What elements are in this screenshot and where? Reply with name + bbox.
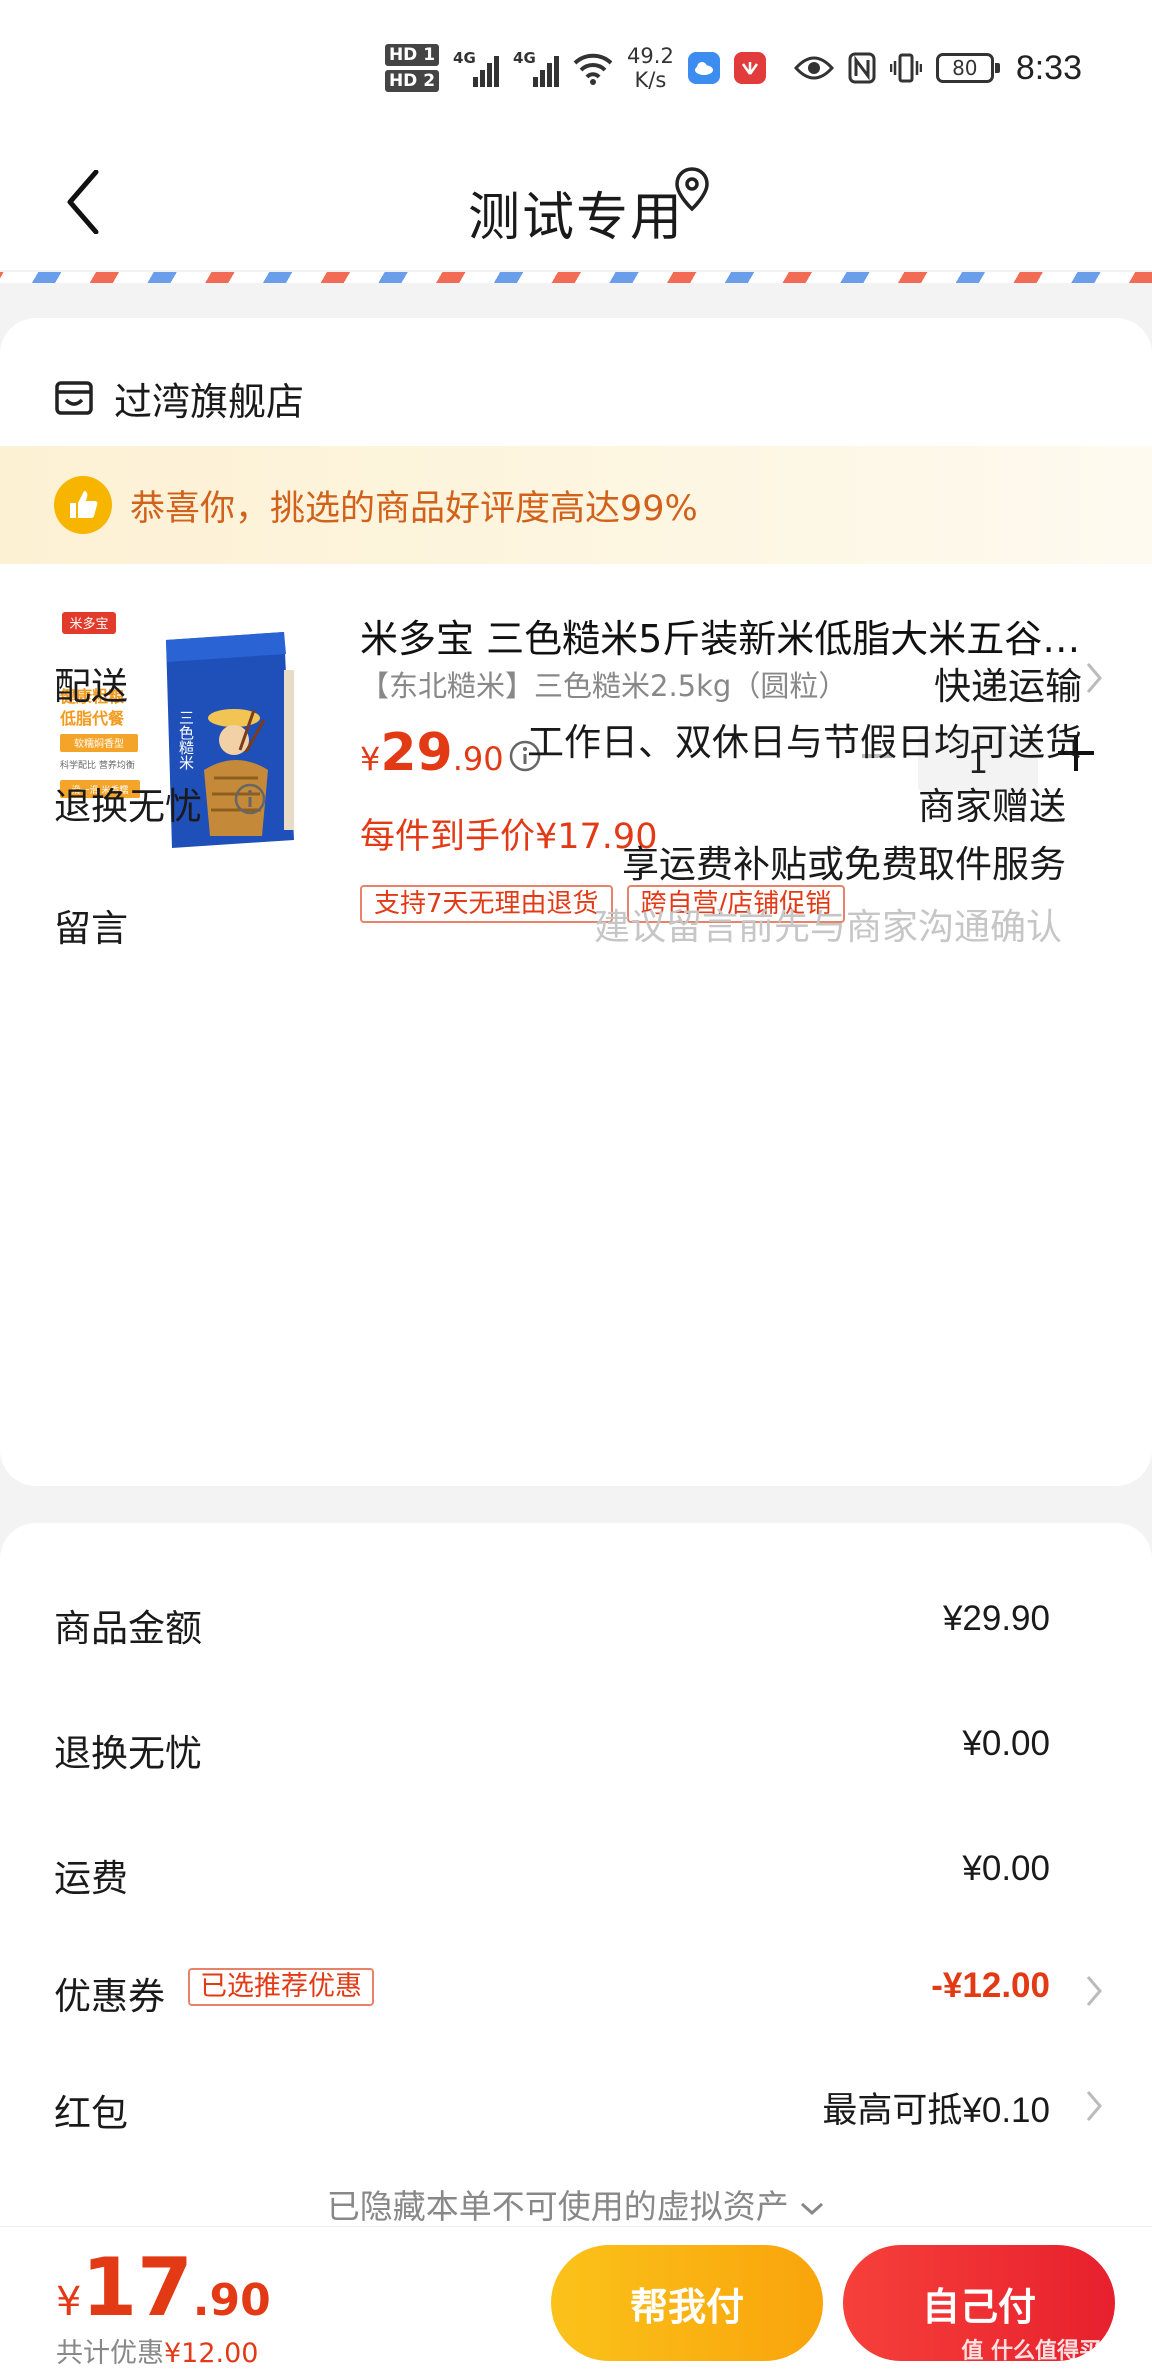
- order-card: 过湾旗舰店 恭喜你，挑选的商品好评度高达99% 米多宝 健康粗粮 低脂代餐 软糯…: [0, 318, 1152, 1486]
- total-discount-amount: ¥12.00: [164, 2338, 259, 2369]
- return-provider: 商家赠送: [918, 785, 1066, 828]
- delivery-label: 配送: [54, 665, 128, 708]
- delivery-method[interactable]: 快递运输: [934, 656, 1082, 710]
- goods-amount-value: ¥29.90: [942, 1599, 1050, 1638]
- return-fee-value: ¥0.00: [962, 1724, 1050, 1763]
- store-row[interactable]: 过湾旗舰店: [54, 358, 304, 438]
- status-bar: HD 1 HD 2 4G 4G 49.2 K/s 80 8:33: [0, 0, 1152, 135]
- coupon-recommend-tag: 已选推荐优惠: [188, 1968, 374, 2006]
- rating-banner: 恭喜你，挑选的商品好评度高达99%: [0, 446, 1152, 564]
- service-tag-return: 支持7天无理由退货: [360, 885, 613, 923]
- nfc-icon: [848, 52, 876, 84]
- product-image-slogan2: 低脂代餐: [59, 709, 125, 728]
- wifi-icon: [573, 53, 613, 85]
- total-integer: 17: [81, 2241, 193, 2334]
- page-title[interactable]: 测试专用: [0, 175, 1152, 250]
- chevron-down-icon: [801, 2202, 824, 2215]
- coupon-label: 优惠券: [54, 1975, 165, 2018]
- price-decimal: .90: [452, 740, 504, 778]
- product-spec[interactable]: 【东北糙米】三色糙米2.5kg（圆粒）: [360, 663, 847, 705]
- return-benefit: 享运费补贴或免费取件服务: [622, 843, 1066, 886]
- signal-icon-1: 4G: [453, 49, 500, 87]
- total-discount: 共计优惠¥12.00: [56, 2331, 258, 2370]
- product-image-brand: 米多宝: [69, 616, 108, 632]
- pay-myself-label: 自己付: [921, 2284, 1036, 2329]
- coupon-value[interactable]: -¥12.00: [931, 1966, 1050, 2006]
- product-image-sub: 科学配比 营养均衡: [60, 759, 135, 771]
- watermark: 值 什么值得买: [961, 2339, 1101, 2364]
- shipping-value: ¥0.00: [962, 1849, 1050, 1888]
- pay-myself-button[interactable]: 自己付 值 什么值得买: [843, 2245, 1115, 2364]
- volte-indicator: HD 1 HD 2: [384, 44, 440, 92]
- clock: 8:33: [1015, 48, 1082, 87]
- return-fee-label: 退换无忧: [54, 1732, 202, 1775]
- coupon-chevron-icon[interactable]: [1084, 1973, 1104, 2009]
- shipping-label: 运费: [54, 1857, 128, 1900]
- total-currency: ¥: [56, 2279, 82, 2325]
- product-image-pack-text: 三色糙米: [177, 710, 195, 770]
- signal-icon-2: 4G: [513, 49, 560, 87]
- thumbs-up-icon: [54, 476, 112, 534]
- per-item-price: 每件到手价¥17.90: [360, 817, 658, 857]
- vibrate-icon: [889, 53, 922, 83]
- store-icon: [55, 381, 93, 415]
- battery-icon: 80: [935, 53, 1000, 83]
- price-currency: ¥: [360, 740, 381, 778]
- total-discount-label: 共计优惠: [56, 2338, 164, 2369]
- huawei-app-icon: [733, 52, 766, 84]
- location-pin-icon[interactable]: [672, 165, 712, 215]
- checkout-bar: ¥ 17 .90 共计优惠¥12.00 帮我付 自己付 值 什么值得买: [0, 2226, 1152, 2376]
- network-speed: 49.2 K/s: [627, 44, 674, 92]
- hidden-assets-toggle[interactable]: 已隐藏本单不可使用的虚拟资产: [0, 2180, 1152, 2228]
- redpacket-value[interactable]: 最高可抵¥0.10: [822, 2082, 1050, 2133]
- redpacket-label: 红包: [54, 2092, 128, 2135]
- store-name: 过湾旗舰店: [114, 379, 305, 424]
- message-label: 留言: [54, 907, 128, 950]
- return-label: 退换无忧: [54, 785, 202, 828]
- product-price: ¥ 29 .90: [360, 723, 504, 783]
- total-price: ¥ 17 .90: [56, 2241, 271, 2334]
- address-divider-stripe: [0, 272, 1152, 283]
- delivery-schedule: 工作日、双休日与节假日均可送货: [527, 721, 1082, 764]
- return-info-icon[interactable]: [233, 782, 267, 816]
- total-decimal: .90: [192, 2275, 271, 2326]
- message-input[interactable]: 建议留言前先与商家沟通确认: [594, 898, 1062, 950]
- hd1-badge: HD 1: [384, 44, 440, 66]
- help-me-pay-button[interactable]: 帮我付: [551, 2245, 823, 2361]
- product-title[interactable]: 米多宝 三色糙米5斤装新米低脂大米五谷…: [360, 608, 1100, 663]
- rating-banner-text: 恭喜你，挑选的商品好评度高达99%: [130, 488, 698, 529]
- page-header: 测试专用: [0, 135, 1152, 270]
- goods-amount-label: 商品金额: [54, 1607, 202, 1650]
- hd2-badge: HD 2: [384, 70, 440, 92]
- product-image-badge: 软糯焖香型: [74, 737, 124, 750]
- eye-icon: [793, 56, 834, 80]
- hidden-assets-text: 已隐藏本单不可使用的虚拟资产: [326, 2187, 789, 2226]
- redpacket-chevron-icon[interactable]: [1084, 2088, 1104, 2124]
- price-integer: 29: [380, 723, 453, 783]
- cloud-app-icon: [687, 52, 720, 84]
- delivery-chevron-icon[interactable]: [1084, 660, 1104, 696]
